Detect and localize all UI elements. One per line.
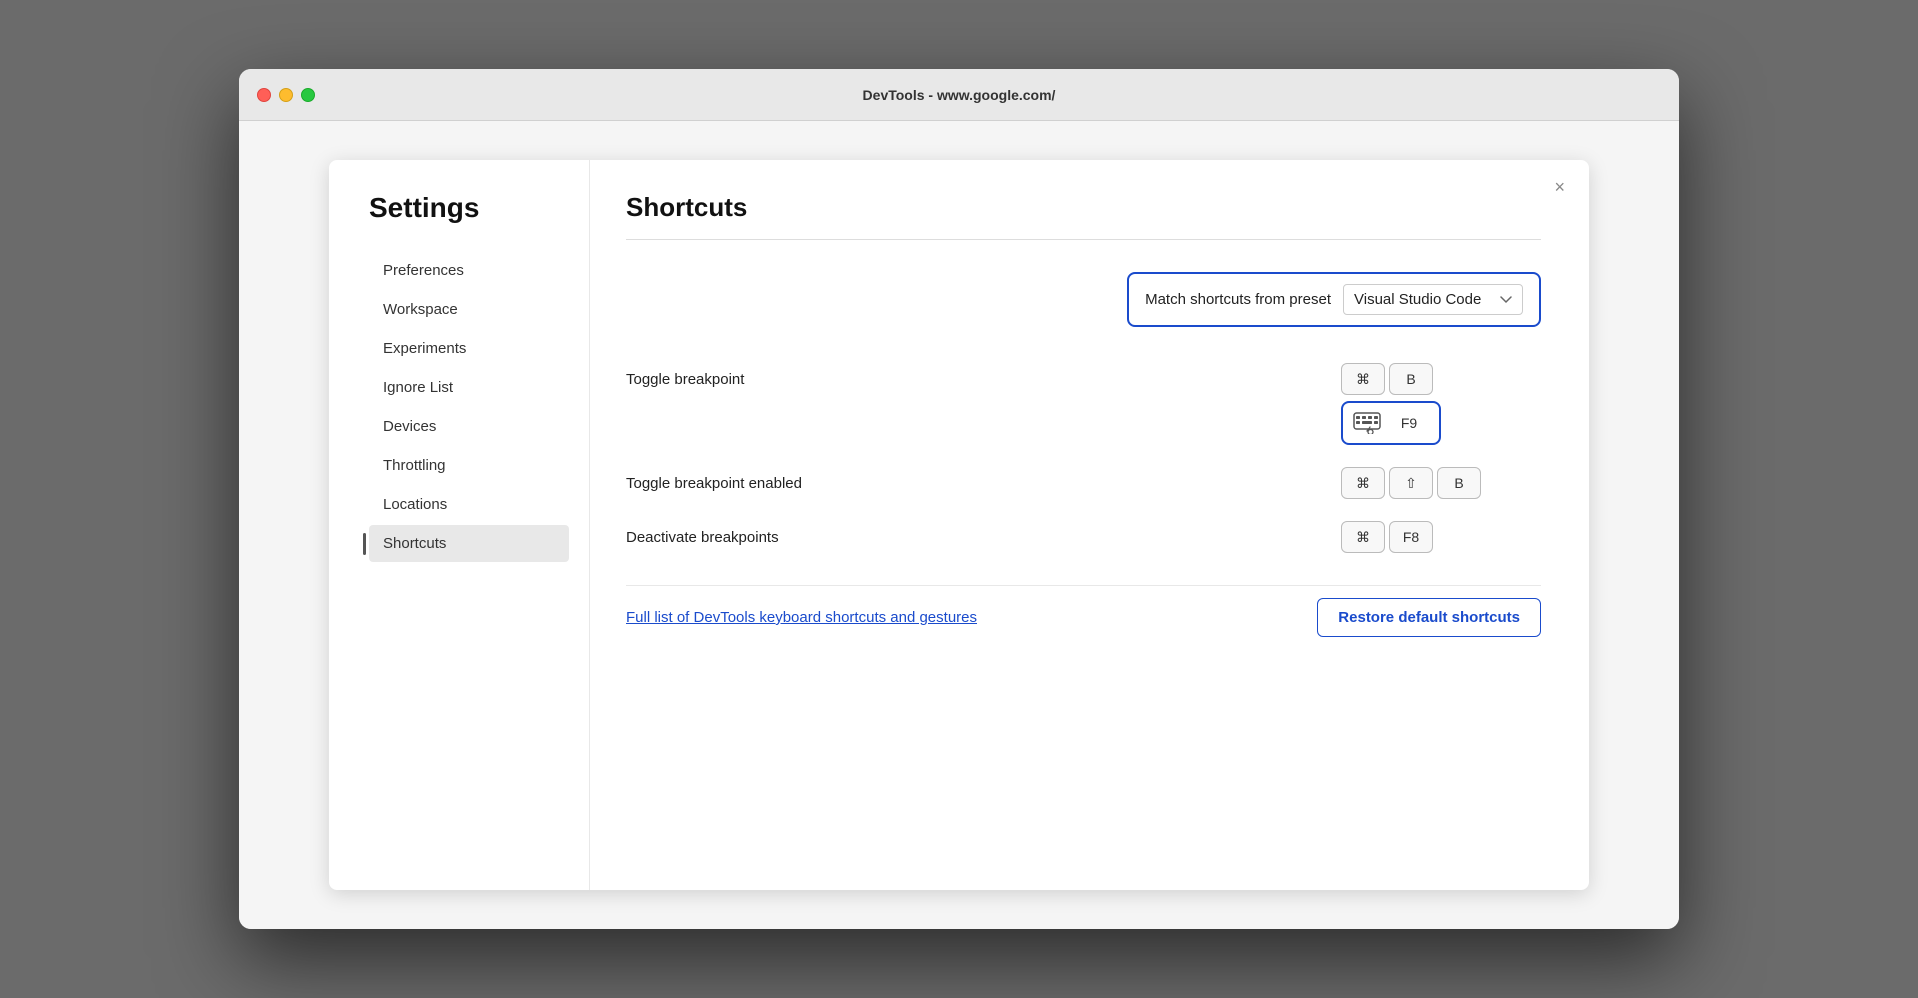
minimize-traffic-light[interactable] — [279, 88, 293, 102]
key-combo-cmd-f8: ⌘ F8 — [1341, 521, 1433, 553]
close-traffic-light[interactable] — [257, 88, 271, 102]
sidebar-item-throttling[interactable]: Throttling — [369, 447, 569, 484]
full-list-link[interactable]: Full list of DevTools keyboard shortcuts… — [626, 609, 977, 626]
shortcut-row-toggle-breakpoint: Toggle breakpoint ⌘ B — [626, 363, 1541, 445]
shortcut-name: Toggle breakpoint enabled — [626, 467, 1341, 492]
key-combo-cmd-shift-b: ⌘ ⇧ B — [1341, 467, 1481, 499]
dialog-close-button[interactable]: × — [1548, 176, 1571, 198]
traffic-lights — [257, 88, 315, 102]
key-badge-cmd: ⌘ — [1341, 467, 1385, 499]
sidebar-title: Settings — [369, 192, 569, 224]
settings-dialog: × Settings Preferences Workspace — [329, 160, 1589, 890]
sidebar: Settings Preferences Workspace Experimen… — [329, 160, 589, 890]
sidebar-item-shortcuts[interactable]: Shortcuts — [369, 525, 569, 562]
key-badge-cmd: ⌘ — [1341, 363, 1385, 395]
key-badge-f9: F9 — [1387, 407, 1431, 439]
dialog-body: Settings Preferences Workspace Experimen… — [329, 160, 1589, 890]
shortcut-keys: ⌘ ⇧ B — [1341, 467, 1541, 499]
title-bar: DevTools - www.google.com/ — [239, 69, 1679, 121]
shortcut-row-deactivate-breakpoints: Deactivate breakpoints ⌘ F8 — [626, 521, 1541, 553]
dialog-container: × Settings Preferences Workspace — [239, 121, 1679, 929]
sidebar-item-workspace[interactable]: Workspace — [369, 291, 569, 328]
sidebar-item-preferences[interactable]: Preferences — [369, 252, 569, 289]
key-badge-b: B — [1389, 363, 1433, 395]
shortcut-keys: ⌘ F8 — [1341, 521, 1541, 553]
key-combo-f9-highlighted: F9 — [1341, 401, 1441, 445]
restore-default-shortcuts-button[interactable]: Restore default shortcuts — [1317, 598, 1541, 637]
main-content: Shortcuts Match shortcuts from preset De… — [589, 160, 1589, 890]
window-title: DevTools - www.google.com/ — [863, 87, 1056, 103]
key-badge-shift: ⇧ — [1389, 467, 1433, 499]
shortcut-row-toggle-breakpoint-enabled: Toggle breakpoint enabled ⌘ ⇧ B — [626, 467, 1541, 499]
shortcuts-table: Toggle breakpoint ⌘ B — [626, 363, 1541, 553]
shortcut-name: Deactivate breakpoints — [626, 521, 1341, 546]
page-title: Shortcuts — [626, 192, 1541, 223]
section-divider — [626, 239, 1541, 240]
key-badge-cmd: ⌘ — [1341, 521, 1385, 553]
keyboard-icon — [1351, 407, 1383, 439]
preset-row: Match shortcuts from preset Default Visu… — [626, 272, 1541, 327]
app-window: DevTools - www.google.com/ × Settings Pr… — [239, 69, 1679, 929]
key-badge-f8: F8 — [1389, 521, 1433, 553]
preset-label: Match shortcuts from preset — [1145, 291, 1331, 308]
sidebar-nav: Preferences Workspace Experiments Ignore… — [369, 252, 569, 562]
preset-container: Match shortcuts from preset Default Visu… — [1127, 272, 1541, 327]
shortcut-keys: ⌘ B — [1341, 363, 1541, 445]
footer-row: Full list of DevTools keyboard shortcuts… — [626, 585, 1541, 637]
sidebar-item-locations[interactable]: Locations — [369, 486, 569, 523]
sidebar-item-ignore-list[interactable]: Ignore List — [369, 369, 569, 406]
key-badge-b: B — [1437, 467, 1481, 499]
sidebar-item-devices[interactable]: Devices — [369, 408, 569, 445]
key-combo-cmd-b: ⌘ B — [1341, 363, 1433, 395]
maximize-traffic-light[interactable] — [301, 88, 315, 102]
preset-select[interactable]: Default Visual Studio Code — [1343, 284, 1523, 315]
shortcut-name: Toggle breakpoint — [626, 363, 1341, 388]
window-content: × Settings Preferences Workspace — [239, 121, 1679, 929]
sidebar-item-experiments[interactable]: Experiments — [369, 330, 569, 367]
